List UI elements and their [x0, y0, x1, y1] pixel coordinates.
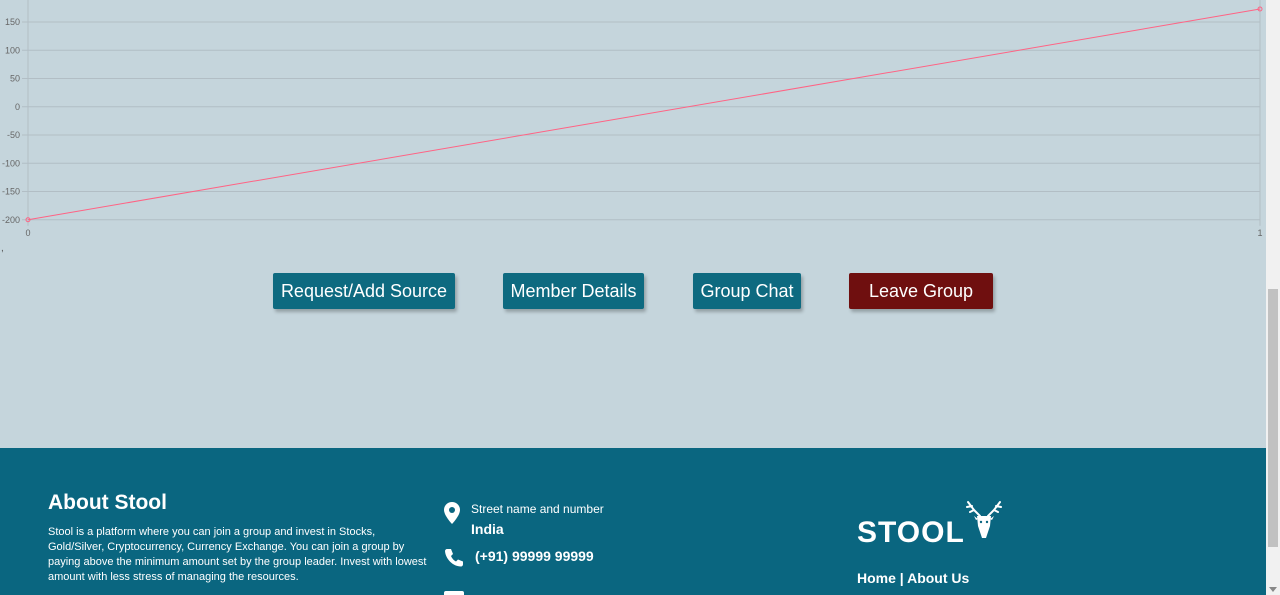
leave-group-button[interactable]: Leave Group: [849, 273, 993, 309]
about-title: About Stool: [48, 491, 167, 514]
group-chat-button[interactable]: Group Chat: [693, 273, 801, 309]
series-line: [27, 8, 1261, 221]
y-tick-label: 100: [5, 45, 20, 55]
y-tick-label: 150: [5, 17, 20, 27]
scrollbar-thumb[interactable]: [1268, 289, 1278, 547]
line-chart: 150 100 50 0 -50 -100 -150 -200 0 1: [0, 0, 1266, 250]
phone-number: (+91) 99999 99999: [475, 548, 594, 564]
address-street: Street name and number: [471, 502, 604, 516]
footer: About Stool Stool is a platform where yo…: [0, 448, 1266, 595]
y-tick-label: -100: [2, 158, 20, 168]
x-tick-label: 0: [25, 228, 30, 238]
vertical-scrollbar[interactable]: [1266, 0, 1280, 595]
y-tick-label: 0: [15, 102, 20, 112]
phone-row: (+91) 99999 99999: [444, 548, 594, 573]
x-tick-label: 1: [1257, 228, 1262, 238]
stray-text: ,: [1, 243, 4, 254]
footer-link-home[interactable]: Home: [857, 570, 896, 586]
member-details-button[interactable]: Member Details: [503, 273, 644, 309]
y-tick-label: 50: [10, 74, 20, 84]
about-text: Stool is a platform where you can join a…: [48, 526, 427, 583]
y-tick-label: -150: [2, 187, 20, 197]
address-row: Street name and number India: [444, 502, 604, 537]
brand-name: STOOL: [857, 516, 965, 549]
chart-svg: 150 100 50 0 -50 -100 -150 -200 0 1: [2, 0, 1263, 238]
y-tick-label: -50: [7, 130, 20, 140]
footer-link-about[interactable]: About Us: [907, 570, 969, 586]
scroll-down-arrow-icon[interactable]: [1269, 587, 1277, 592]
phone-icon: [444, 548, 475, 573]
y-tick-label: -200: [2, 215, 20, 225]
request-add-source-button[interactable]: Request/Add Source: [273, 273, 455, 309]
address-country: India: [471, 521, 504, 537]
footer-link-separator: |: [899, 570, 904, 586]
map-marker-icon: [444, 502, 471, 529]
mail-icon: [444, 591, 464, 595]
deer-logo-icon: [964, 500, 1004, 547]
footer-nav: Home | About Us: [857, 570, 969, 586]
